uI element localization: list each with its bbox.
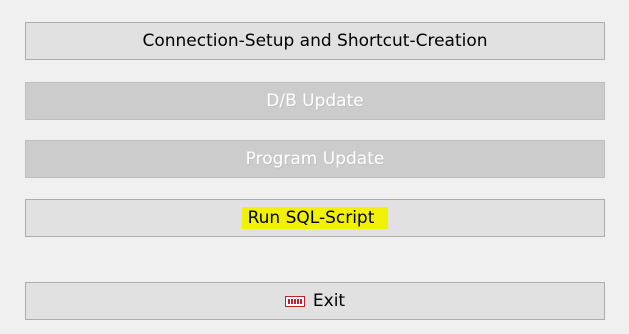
- exit-icon: [284, 295, 305, 307]
- run-sql-script-label: Run SQL-Script: [241, 207, 389, 229]
- exit-button[interactable]: Exit: [25, 282, 605, 320]
- exit-content: Exit: [284, 291, 346, 311]
- db-update-button[interactable]: D/B Update: [25, 82, 605, 120]
- db-update-label: D/B Update: [266, 91, 364, 111]
- connection-setup-label: Connection-Setup and Shortcut-Creation: [142, 31, 488, 51]
- program-update-label: Program Update: [245, 149, 385, 169]
- run-sql-script-button[interactable]: Run SQL-Script: [25, 199, 605, 237]
- exit-label: Exit: [312, 291, 346, 311]
- connection-setup-button[interactable]: Connection-Setup and Shortcut-Creation: [25, 22, 605, 60]
- program-update-button[interactable]: Program Update: [25, 140, 605, 178]
